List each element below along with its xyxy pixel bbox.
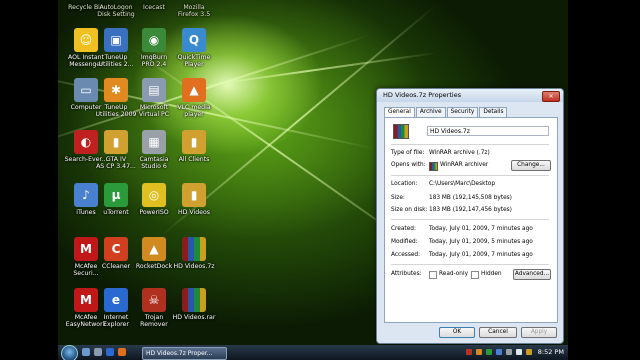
desktop-icon-label: VLC media player — [177, 104, 211, 118]
modified-value: Today, July 01, 2009, 5 minutes ago — [429, 239, 533, 245]
created-value: Today, July 01, 2009, 7 minutes ago — [429, 226, 533, 232]
taskbar-clock[interactable]: 8:52 PM — [538, 348, 564, 356]
desktop-icon-hd-videos[interactable]: ▮ HD Videos — [168, 183, 220, 216]
attributes-label: Attributes: — [391, 271, 422, 277]
microsoft-virtual-pc-icon: ▤ — [142, 78, 166, 102]
divider — [391, 264, 549, 265]
desktop-icon-hd-videos-rar[interactable]: HD Videos.rar — [168, 288, 220, 321]
modified-label: Modified: — [391, 239, 418, 245]
cancel-button[interactable]: Cancel — [479, 327, 517, 338]
taskbar-button-properties[interactable]: HD Videos.7z Proper... — [142, 347, 227, 360]
dialog-titlebar[interactable]: HD Videos.7z Properties ✕ — [377, 89, 563, 102]
winrar-icon — [429, 162, 438, 171]
readonly-label: Read-only — [439, 271, 469, 277]
utorrent-icon: µ — [104, 183, 128, 207]
size-label: Size: — [391, 195, 405, 201]
tab-strip: General Archive Security Details — [384, 107, 508, 119]
right-pillarbox — [568, 0, 640, 360]
dialog-title: HD Videos.7z Properties — [383, 91, 462, 99]
ccleaner-icon: C — [104, 237, 128, 261]
readonly-checkbox[interactable] — [429, 271, 437, 279]
divider — [391, 219, 549, 220]
desktop-icon-hd-videos-7z[interactable]: HD Videos.7z — [168, 237, 220, 270]
desktop-icon-label: HD Videos.rar — [172, 314, 216, 321]
accessed-value: Today, July 01, 2009, 7 minutes ago — [429, 252, 533, 258]
hidden-checkbox[interactable] — [471, 271, 479, 279]
desktop-icon-vlc-media-player[interactable]: ▲ VLC media player — [168, 78, 220, 118]
gta-iv-as-cp-3-47-icon: ▮ — [104, 130, 128, 154]
volume-icon[interactable] — [516, 349, 522, 355]
location-value: C:\Users\Marc\Desktop — [429, 181, 495, 187]
quicktime-player-icon: Q — [182, 28, 206, 52]
size-on-disk-value: 183 MB (192,147,456 bytes) — [429, 207, 512, 213]
hidden-label: Hidden — [481, 271, 502, 277]
vlc-media-player-icon: ▲ — [182, 78, 206, 102]
tray-icon[interactable] — [476, 349, 482, 355]
quick-launch-icon[interactable] — [118, 348, 126, 356]
general-panel: HD Videos.7z Type of file: WinRAR archiv… — [384, 117, 558, 323]
divider — [391, 144, 549, 145]
desktop-icon-label: QuickTime Player — [177, 54, 211, 68]
start-orb-icon[interactable] — [61, 345, 78, 360]
internet-explorer-icon: e — [104, 288, 128, 312]
camtasia-studio-6-icon: ▦ — [142, 130, 166, 154]
imgburn-pro-2-4-icon: ◉ — [142, 28, 166, 52]
network-icon[interactable] — [506, 349, 512, 355]
screen: Recycle Bin AutoLogon Disk Setting Icecast… — [0, 0, 640, 360]
apply-button[interactable]: Apply — [521, 327, 557, 338]
desktop-icon-label: All Clients — [178, 156, 210, 163]
desktop-icon-label: HD Videos — [178, 209, 210, 216]
hd-videos-icon: ▮ — [182, 183, 206, 207]
opens-with-label: Opens with: — [391, 162, 426, 168]
tray-icon[interactable] — [486, 349, 492, 355]
properties-dialog: HD Videos.7z Properties ✕ General Archiv… — [376, 88, 564, 344]
switch-windows-icon[interactable] — [94, 348, 102, 356]
hd-videos-7z-icon — [182, 237, 206, 261]
change-button[interactable]: Change... — [511, 160, 551, 171]
desktop-icon-label: HD Videos.7z — [173, 263, 215, 270]
size-value: 183 MB (192,145,508 bytes) — [429, 195, 512, 201]
winrar-archive-icon — [393, 124, 409, 139]
show-desktop-icon[interactable] — [82, 348, 90, 356]
tray-icon[interactable] — [496, 349, 502, 355]
accessed-label: Accessed: — [391, 252, 421, 258]
divider — [391, 175, 549, 176]
poweriso-icon: ◎ — [142, 183, 166, 207]
tray-icon[interactable] — [526, 349, 532, 355]
rocketdock-icon: ▲ — [142, 237, 166, 261]
file-name-field[interactable]: HD Videos.7z — [427, 126, 549, 136]
type-label: Type of file: — [391, 150, 425, 156]
desktop-icon-all-clients[interactable]: ▮ All Clients — [168, 130, 220, 163]
trojan-remover-icon: ☠ — [142, 288, 166, 312]
location-label: Location: — [391, 181, 418, 187]
close-icon[interactable]: ✕ — [542, 91, 560, 102]
type-value: WinRAR archive (.7z) — [429, 150, 490, 156]
tuneup-utilities-2-icon: ▣ — [104, 28, 128, 52]
desktop-icon-label: Mozilla Firefox 3.5 — [177, 4, 211, 18]
taskbar: HD Videos.7z Proper... 8:52 PM — [58, 345, 568, 360]
desktop-icon-quicktime-player[interactable]: Q QuickTime Player — [168, 28, 220, 68]
size-on-disk-label: Size on disk: — [391, 207, 428, 213]
tray-icon[interactable] — [466, 349, 472, 355]
advanced-button[interactable]: Advanced... — [513, 269, 551, 280]
left-pillarbox — [0, 0, 58, 360]
internet-explorer-icon[interactable] — [106, 348, 114, 356]
created-label: Created: — [391, 226, 416, 232]
desktop-icon-mozilla-firefox-3-5[interactable]: Mozilla Firefox 3.5 — [168, 0, 220, 18]
all-clients-icon: ▮ — [182, 130, 206, 154]
hd-videos-rar-icon — [182, 288, 206, 312]
ok-button[interactable]: OK — [439, 327, 475, 338]
opens-with-value: WinRAR archiver — [440, 162, 489, 168]
tuneup-utilities-2009-icon: ✱ — [104, 78, 128, 102]
